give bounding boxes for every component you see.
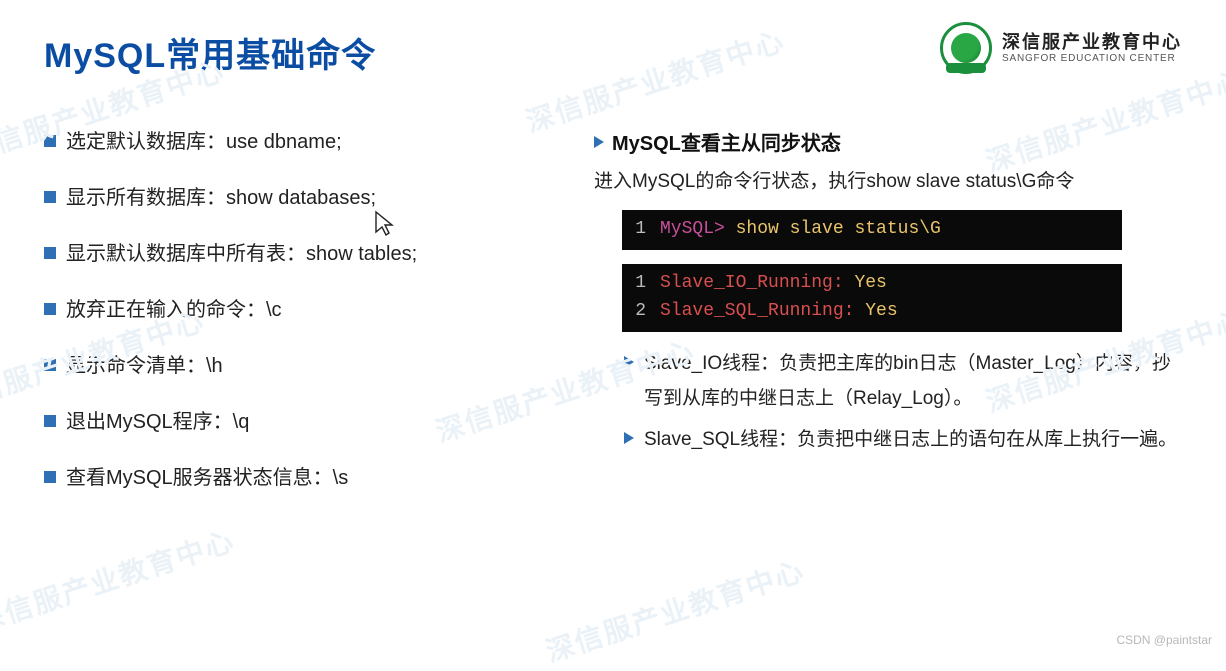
list-item: Slave_SQL线程：负责把中继日志上的语句在从库上执行一遍。 [624, 422, 1182, 457]
line-number: 2 [632, 298, 646, 326]
list-item: 选定默认数据库：use dbname; [44, 127, 554, 157]
terminal-block-1: 1 MySQL> show slave status\G [622, 210, 1122, 250]
list-item-text: Slave_IO线程：负责把主库的bin日志（Master_Log）内容，抄写到… [644, 346, 1182, 416]
list-item-text: 显示命令清单：\h [66, 351, 223, 381]
brand-logo: 深信服产业教育中心 SANGFOR EDUCATION CENTER [940, 22, 1182, 74]
logo-text-cn: 深信服产业教育中心 [1002, 31, 1182, 54]
square-bullet-icon [44, 415, 56, 427]
list-item-text: 显示所有数据库：show databases; [66, 183, 376, 213]
logo-text-en: SANGFOR EDUCATION CENTER [1002, 53, 1182, 66]
command-list: 选定默认数据库：use dbname; 显示所有数据库：show databas… [44, 127, 554, 493]
terminal-command: show slave status\G [736, 219, 941, 239]
terminal-block-2: 1 Slave_IO_Running: Yes 2 Slave_SQL_Runn… [622, 264, 1122, 332]
thread-explain-list: Slave_IO线程：负责把主库的bin日志（Master_Log）内容，抄写到… [594, 346, 1182, 457]
watermark: 深信服产业教育中心 [540, 549, 809, 670]
square-bullet-icon [44, 359, 56, 371]
terminal-prompt: MySQL> [660, 219, 725, 239]
list-item-text: 显示默认数据库中所有表：show tables; [66, 239, 417, 269]
footer-credit: CSDN @paintstar [1116, 633, 1212, 647]
list-item: 退出MySQL程序：\q [44, 407, 554, 437]
slide-content: 选定默认数据库：use dbname; 显示所有数据库：show databas… [0, 77, 1226, 519]
square-bullet-icon [44, 303, 56, 315]
slide-title: MySQL常用基础命令 [44, 28, 376, 77]
section-header: MySQL查看主从同步状态 [594, 127, 1182, 156]
list-item-text: 退出MySQL程序：\q [66, 407, 249, 437]
list-item: 查看MySQL服务器状态信息：\s [44, 463, 554, 493]
square-bullet-icon [44, 247, 56, 259]
list-item-text: 放弃正在输入的命令：\c [66, 295, 282, 325]
square-bullet-icon [44, 191, 56, 203]
section-title: MySQL查看主从同步状态 [612, 127, 841, 156]
triangle-bullet-icon [624, 356, 634, 368]
list-item: 放弃正在输入的命令：\c [44, 295, 554, 325]
list-item: 显示命令清单：\h [44, 351, 554, 381]
terminal-value: Yes [865, 301, 897, 321]
right-column: MySQL查看主从同步状态 进入MySQL的命令行状态，执行show slave… [594, 127, 1182, 519]
square-bullet-icon [44, 135, 56, 147]
line-number: 1 [632, 216, 646, 244]
list-item-text: Slave_SQL线程：负责把中继日志上的语句在从库上执行一遍。 [644, 422, 1177, 457]
terminal-value: Yes [854, 273, 886, 293]
watermark: 深信服产业教育中心 [0, 519, 240, 640]
section-intro: 进入MySQL的命令行状态，执行show slave status\G命令 [594, 166, 1182, 198]
list-item-text: 选定默认数据库：use dbname; [66, 127, 342, 157]
triangle-bullet-icon [594, 136, 604, 148]
logo-icon [940, 22, 992, 74]
list-item: Slave_IO线程：负责把主库的bin日志（Master_Log）内容，抄写到… [624, 346, 1182, 416]
square-bullet-icon [44, 471, 56, 483]
list-item-text: 查看MySQL服务器状态信息：\s [66, 463, 348, 493]
slide-header: MySQL常用基础命令 深信服产业教育中心 SANGFOR EDUCATION … [0, 0, 1226, 77]
terminal-key: Slave_IO_Running: [660, 273, 844, 293]
triangle-bullet-icon [624, 432, 634, 444]
list-item: 显示默认数据库中所有表：show tables; [44, 239, 554, 269]
line-number: 1 [632, 270, 646, 298]
terminal-key: Slave_SQL_Running: [660, 301, 854, 321]
list-item: 显示所有数据库：show databases; [44, 183, 554, 213]
left-column: 选定默认数据库：use dbname; 显示所有数据库：show databas… [44, 127, 554, 519]
